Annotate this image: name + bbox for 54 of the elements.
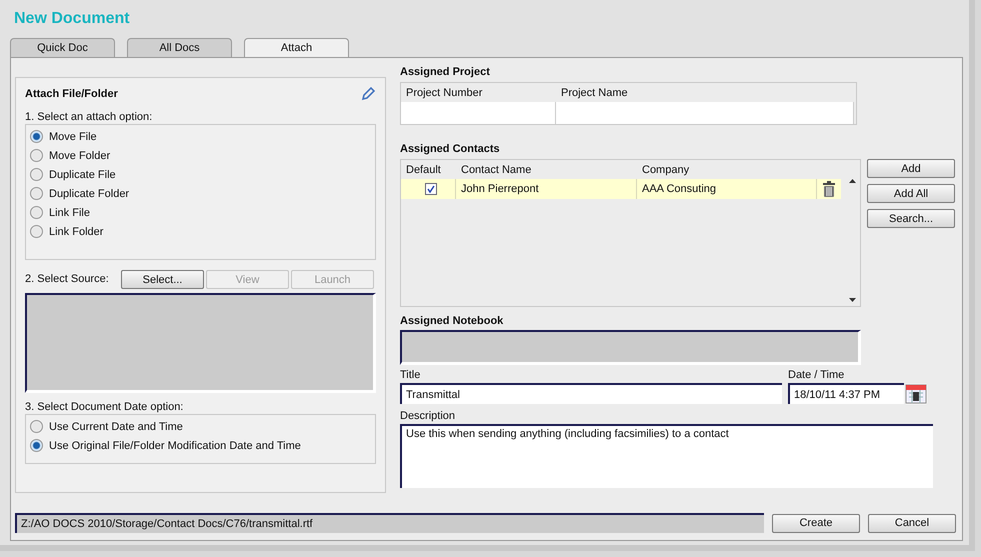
radio-button[interactable] xyxy=(30,168,43,181)
table-cell: AAA Consuting xyxy=(642,183,716,195)
section-title: Attach File/Folder xyxy=(25,88,118,100)
section-title: Assigned Project xyxy=(400,66,491,80)
radio-label[interactable]: Use Current Date and Time xyxy=(49,420,183,432)
section-title: Assigned Notebook xyxy=(400,315,504,329)
radio-button[interactable] xyxy=(30,225,43,238)
field-label: Title xyxy=(400,369,422,383)
window-title: New Document xyxy=(13,10,131,29)
contact-button[interactable]: Search... xyxy=(867,209,955,228)
description-field[interactable]: Use this when sending anything (including facsimilies) to a contact xyxy=(400,424,933,488)
contact-button[interactable]: Add All xyxy=(867,184,955,203)
contact-button[interactable]: Add xyxy=(867,159,955,178)
column-header: Default xyxy=(405,164,442,176)
footer-button[interactable]: Create xyxy=(772,514,860,532)
footer-button[interactable]: Cancel xyxy=(868,514,956,532)
radio-label[interactable]: Duplicate Folder xyxy=(49,188,130,200)
radio-label[interactable]: Use Original File/Folder Modification Date and Time xyxy=(49,440,301,452)
field-label: Description xyxy=(400,410,456,424)
contact-row[interactable]: John Pierrepont AAA Consuting xyxy=(401,179,841,199)
radio-label[interactable]: Link Folder xyxy=(49,226,104,238)
title-field[interactable]: Transmittal xyxy=(400,383,782,404)
radio-button[interactable] xyxy=(30,206,43,219)
radio-button[interactable] xyxy=(30,439,43,452)
step-label: 3. Select Document Date option: xyxy=(25,401,184,414)
tab[interactable]: All Docs xyxy=(127,38,232,57)
radio-label[interactable]: Link File xyxy=(49,206,90,218)
radio-label[interactable]: Duplicate File xyxy=(49,168,116,180)
radio-label[interactable]: Move Folder xyxy=(49,150,110,162)
column-header: Project Name xyxy=(560,86,629,98)
table-cell: John Pierrepont xyxy=(461,183,539,195)
scroll-up-icon[interactable] xyxy=(848,179,856,183)
date-field[interactable]: 18/10/11 4:37 PM xyxy=(788,383,904,404)
radio-button[interactable] xyxy=(30,187,43,200)
section-title: Assigned Contacts xyxy=(400,143,501,157)
radio-button[interactable] xyxy=(30,130,43,143)
tab[interactable]: Quick Doc xyxy=(10,38,115,57)
calendar-icon[interactable] xyxy=(905,383,927,404)
step-label: 2. Select Source: xyxy=(25,273,110,286)
column-header: Contact Name xyxy=(460,164,532,176)
step-label: 1. Select an attach option: xyxy=(25,111,154,124)
radio-button[interactable] xyxy=(30,420,43,433)
radio-button[interactable] xyxy=(30,149,43,162)
tab[interactable]: Attach xyxy=(244,38,349,58)
path-field: Z:/AO DOCS 2010/Storage/Contact Docs/C76/transmittal.rtf xyxy=(15,513,764,533)
column-header: Project Number xyxy=(405,86,484,98)
pencil-icon[interactable] xyxy=(360,86,376,102)
radio-label[interactable]: Move File xyxy=(49,130,97,142)
trash-icon[interactable] xyxy=(822,181,836,197)
source-button[interactable]: Select... xyxy=(121,270,204,289)
checkbox[interactable] xyxy=(424,183,436,195)
field-label: Date / Time xyxy=(788,369,846,383)
scroll-down-icon[interactable] xyxy=(848,298,856,302)
column-header: Company xyxy=(641,164,690,176)
